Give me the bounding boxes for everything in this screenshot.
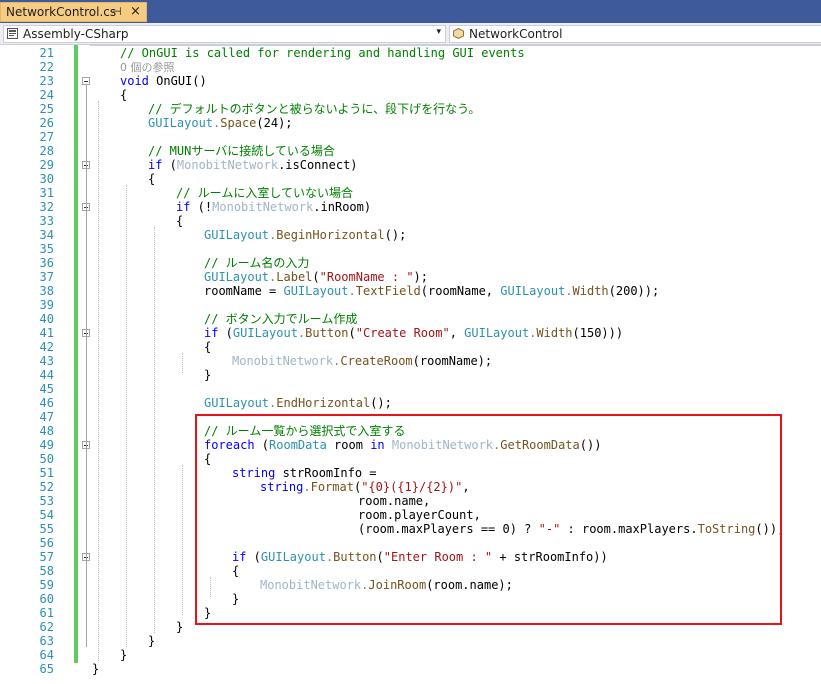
navigation-bar: Assembly-CSharp ▾ NetworkControl [0, 23, 821, 46]
line-number: 60 [39, 592, 54, 606]
line-number: 27 [39, 130, 54, 144]
line-number: 23 [39, 74, 54, 88]
code-line-29: if (MonobitNetwork.isConnect) [148, 158, 358, 172]
line-number: 24 [39, 88, 54, 102]
code-line-64: } [120, 648, 128, 662]
line-number: 26 [39, 116, 54, 130]
code-line-25: // デフォルトのボタンと被らないように、段下げを行なう。 [148, 102, 481, 116]
code-line-22[interactable]: 0 個の参照 [120, 60, 175, 74]
line-number: 64 [39, 648, 54, 662]
line-number: 62 [39, 620, 54, 634]
project-name: Assembly-CSharp [23, 27, 129, 41]
line-number: 37 [39, 270, 54, 284]
outline-line [86, 85, 87, 647]
line-number: 55 [39, 522, 54, 536]
line-number: 32 [39, 200, 54, 214]
line-number: 59 [39, 578, 54, 592]
code-line-42: { [204, 340, 212, 354]
line-number: 33 [39, 214, 54, 228]
code-line-30: { [148, 172, 156, 186]
pin-icon[interactable]: ⊣ [112, 5, 122, 18]
code-line-31: // ルームに入室していない場合 [176, 186, 353, 200]
code-line-26: GUILayout.Space(24); [148, 116, 293, 130]
line-number: 28 [39, 144, 54, 158]
line-number: 40 [39, 312, 54, 326]
code-line-38: roomName = GUILayout.TextField(roomName,… [204, 284, 660, 298]
project-dropdown[interactable]: Assembly-CSharp ▾ [3, 25, 446, 43]
csharp-project-icon [7, 28, 18, 39]
line-number: 54 [39, 508, 54, 522]
code-line-37: GUILayout.Label("RoomName : "); [204, 270, 428, 284]
line-number: 43 [39, 354, 54, 368]
line-number: 41 [39, 326, 54, 340]
line-number: 49 [39, 438, 54, 452]
reference-count: 0 個の参照 [120, 61, 175, 74]
code-line-44: } [204, 368, 212, 382]
close-icon[interactable]: × [130, 4, 141, 19]
code-line-32: if (!MonobitNetwork.inRoom) [176, 200, 372, 214]
code-line-21: // OnGUI is called for rendering and han… [120, 46, 525, 60]
code-line-65: } [92, 662, 100, 676]
line-number: 25 [39, 102, 54, 116]
indent-guide [154, 227, 155, 633]
line-number: 36 [39, 256, 54, 270]
indent-guide [182, 465, 183, 615]
code-line-34: GUILayout.BeginHorizontal(); [204, 228, 407, 242]
chevron-down-icon: ▾ [436, 27, 441, 37]
tab-networkcontrol-cs[interactable]: NetworkControl.cs ⊣ × [0, 2, 147, 22]
code-line-40: // ボタン入力でルーム作成 [204, 312, 358, 326]
indent-guide [182, 353, 183, 373]
line-number: 57 [39, 550, 54, 564]
indent-guide [98, 101, 99, 661]
line-number: 39 [39, 298, 54, 312]
line-number: 56 [39, 536, 54, 550]
collapse-toggle-icon[interactable] [82, 77, 90, 85]
line-number: 31 [39, 186, 54, 200]
line-number: 58 [39, 564, 54, 578]
code-line-63: } [148, 634, 156, 648]
code-line-28: // MUNサーバに接続している場合 [148, 144, 335, 158]
line-number: 30 [39, 172, 54, 186]
line-number: 65 [39, 662, 54, 676]
line-number: 44 [39, 368, 54, 382]
code-line-23: void OnGUI() [120, 74, 207, 88]
line-number: 52 [39, 480, 54, 494]
line-number: 22 [39, 60, 54, 74]
code-line-43: MonobitNetwork.CreateRoom(roomName); [232, 354, 493, 368]
document-tab-bar: NetworkControl.cs ⊣ × [0, 0, 821, 23]
line-number: 35 [39, 242, 54, 256]
code-line-41: if (GUILayout.Button("Create Room", GUIL… [204, 326, 624, 340]
line-number: 34 [39, 228, 54, 242]
line-number: 21 [39, 46, 54, 60]
line-number: 42 [39, 340, 54, 354]
change-tracking-bar [74, 45, 78, 663]
indent-guide [126, 185, 127, 647]
line-number: 50 [39, 452, 54, 466]
code-line-46: GUILayout.EndHorizontal(); [204, 396, 392, 410]
line-number: 47 [39, 410, 54, 424]
line-number: 29 [39, 158, 54, 172]
code-line-36: // ルーム名の入力 [204, 256, 310, 270]
class-icon [453, 28, 464, 39]
line-number: 45 [39, 382, 54, 396]
code-line-62: } [176, 620, 184, 634]
line-number: 63 [39, 634, 54, 648]
code-line-33: { [176, 214, 184, 228]
class-name: NetworkControl [469, 27, 563, 41]
tab-title: NetworkControl.cs [6, 5, 117, 19]
line-number: 46 [39, 396, 54, 410]
line-number: 53 [39, 494, 54, 508]
highlight-annotation-box [195, 414, 782, 625]
code-line-24: { [120, 88, 128, 102]
line-number: 48 [39, 424, 54, 438]
class-dropdown[interactable]: NetworkControl [449, 25, 821, 43]
line-number: 38 [39, 284, 54, 298]
line-number: 61 [39, 606, 54, 620]
line-number: 51 [39, 466, 54, 480]
